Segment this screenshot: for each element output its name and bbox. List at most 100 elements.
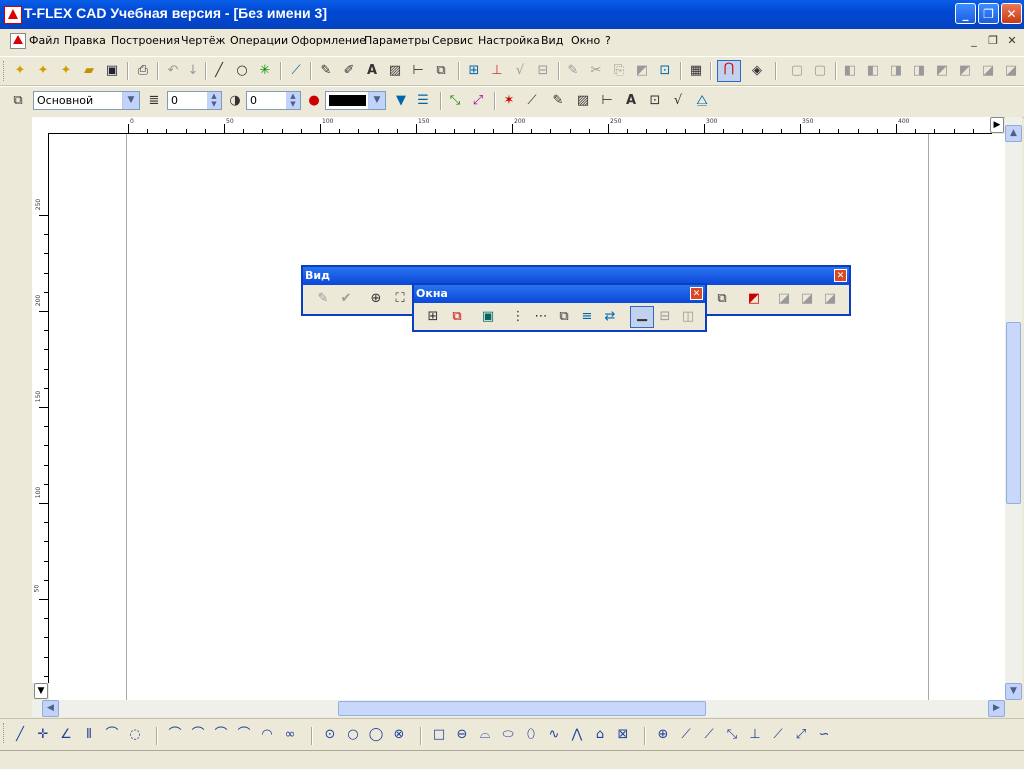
calculator-icon[interactable]: ▦ <box>688 63 704 79</box>
view-iso1-icon[interactable]: ◧ <box>842 63 858 79</box>
line-icon[interactable]: ╱ <box>211 63 227 79</box>
close-windows-icon[interactable]: ⧉ <box>449 309 465 325</box>
view-copy-icon[interactable]: ⧉ <box>714 291 730 307</box>
vertical-scrollbar[interactable]: ▲ ▼ <box>1005 117 1022 700</box>
undo-icon[interactable]: ↶ <box>165 63 181 79</box>
move-icon[interactable]: ◩ <box>634 63 650 79</box>
tile-vertical-icon[interactable]: ⋮ <box>510 309 526 325</box>
tflex-app-icon[interactable] <box>4 6 22 24</box>
magnet-snap-icon[interactable]: ⋂ <box>717 60 741 82</box>
arc-icon[interactable]: ⌒ <box>166 727 184 743</box>
snap-pen-icon[interactable]: ✎ <box>550 93 566 109</box>
node-n-icon[interactable]: ⤢ <box>792 727 810 743</box>
arc2-icon[interactable]: ⌒ <box>189 727 207 743</box>
filter-list-icon[interactable]: ☰ <box>415 93 431 109</box>
view-3d-icon[interactable]: ◪ <box>776 291 792 307</box>
node-angle-icon[interactable]: ⟋ <box>700 727 718 743</box>
snap-fragment-icon[interactable]: ⊡ <box>647 93 663 109</box>
node-wave-icon[interactable]: ∽ <box>815 727 833 743</box>
view-back-icon[interactable]: ▢ <box>812 63 828 79</box>
table-icon[interactable]: ⊞ <box>466 63 482 79</box>
vertical-ruler[interactable]: 250 200 150 100 50 <box>32 133 49 683</box>
text-icon[interactable]: A <box>364 63 380 79</box>
node-point-icon[interactable]: ⟋ <box>769 727 787 743</box>
snap-node-icon[interactable]: ✶ <box>501 93 517 109</box>
view-iso6-icon[interactable]: ◩ <box>957 63 973 79</box>
circle-center-icon[interactable]: ⊙ <box>321 727 339 743</box>
rectangle-icon[interactable]: □ <box>430 727 448 743</box>
spin-arrows-icon[interactable]: ▲ ▼ <box>207 92 221 109</box>
snap-text-icon[interactable]: A <box>623 93 639 109</box>
view-iso3-icon[interactable]: ◨ <box>888 63 904 79</box>
vertical-scroll-thumb[interactable] <box>1006 322 1021 504</box>
view-iso5-icon[interactable]: ◩ <box>934 63 950 79</box>
new-3d-icon[interactable]: ✦ <box>35 63 51 79</box>
line-cross-icon[interactable]: ✛ <box>34 727 52 743</box>
status-window-icon[interactable]: ▁ <box>630 306 654 328</box>
horizontal-ruler[interactable]: 0 50 100 150 200 250 300 350 400 <box>32 117 992 134</box>
toolbar-grip[interactable] <box>3 61 7 81</box>
redo-icon[interactable]: ↓ <box>185 63 201 79</box>
node-base-icon[interactable]: ⊥ <box>746 727 764 743</box>
mdi-minimize-button[interactable]: _ <box>966 34 982 48</box>
menu-file[interactable]: Файл <box>29 34 59 47</box>
spline-icon[interactable]: ∿ <box>545 727 563 743</box>
copy-icon[interactable]: ⎘ <box>611 63 627 79</box>
horizontal-scrollbar[interactable]: ◀ ▶ <box>32 700 1005 717</box>
delete-icon[interactable]: ✂ <box>588 63 604 79</box>
view-cube-icon[interactable]: ◩ <box>746 291 762 307</box>
scroll-right-icon[interactable]: ▶ <box>988 700 1005 717</box>
drawing-canvas[interactable] <box>49 134 1005 700</box>
ruler-scroll-down-icon[interactable]: ▼ <box>34 683 48 699</box>
chevron-down-icon[interactable]: ▼ <box>122 92 139 109</box>
circle-four-icon[interactable]: ⊗ <box>390 727 408 743</box>
color-select[interactable]: ▼ <box>325 91 386 110</box>
document-icon[interactable] <box>10 33 26 49</box>
line-parallel-icon[interactable]: ⫴ <box>80 727 98 743</box>
select-filter2-icon[interactable]: ⤢ <box>470 93 486 109</box>
snap-picture-icon[interactable]: ⧋ <box>694 93 710 109</box>
spin-arrows-icon[interactable]: ▲ ▼ <box>286 92 300 109</box>
node-icon[interactable]: ✳ <box>257 63 273 79</box>
node-cross-icon[interactable]: ⊕ <box>654 727 672 743</box>
edit-icon[interactable]: ✎ <box>565 63 581 79</box>
rough-icon[interactable]: √ <box>512 63 528 79</box>
horizontal-scroll-thumb[interactable] <box>338 701 706 716</box>
print-icon[interactable]: ⎙ <box>135 63 151 79</box>
view-iso2-icon[interactable]: ◧ <box>865 63 881 79</box>
scroll-up-icon[interactable]: ▲ <box>1005 125 1022 142</box>
ruler-scroll-right-icon[interactable]: ▶ <box>990 117 1004 133</box>
toolbar-grip[interactable] <box>3 723 7 743</box>
split-horizontal-icon[interactable]: ⊟ <box>657 309 673 325</box>
line-tangent-icon[interactable]: ⌒ <box>103 727 121 743</box>
menu-construct[interactable]: Построения <box>111 34 180 47</box>
arc4-icon[interactable]: ⌒ <box>235 727 253 743</box>
open-folder-icon[interactable]: ▰ <box>81 63 97 79</box>
pen-icon[interactable]: ✐ <box>341 63 357 79</box>
line-two-points-icon[interactable]: ╱ <box>11 727 29 743</box>
line-circle-icon[interactable]: ◌ <box>126 727 144 743</box>
ellipse3-icon[interactable]: ⬯ <box>522 727 540 743</box>
chevron-down-icon[interactable]: ▼ <box>368 92 385 109</box>
view-3d2-icon[interactable]: ◪ <box>799 291 815 307</box>
menu-view[interactable]: Вид <box>541 34 563 47</box>
menu-parameters[interactable]: Параметры <box>364 34 430 47</box>
node-line-icon[interactable]: ⟋ <box>677 727 695 743</box>
close-button[interactable]: ✕ <box>1001 3 1022 24</box>
menu-service[interactable]: Сервис <box>432 34 473 47</box>
menu-help[interactable]: ? <box>605 34 611 47</box>
hatch-icon[interactable]: ▨ <box>387 63 403 79</box>
snap-hatch-icon[interactable]: ▨ <box>575 93 591 109</box>
save-icon[interactable]: ▣ <box>104 63 120 79</box>
menu-draft[interactable]: Оформление <box>291 34 366 47</box>
windows-panel[interactable]: Окна ✕ ⊞ ⧉ ▣ ⋮ ⋯ ⧉ ≡ ⇄ ▁ ⊟ ◫ <box>412 283 707 332</box>
snap-dimension-icon[interactable]: ⊢ <box>599 93 615 109</box>
arc6-icon[interactable]: ∞ <box>281 727 299 743</box>
window-list-icon[interactable]: ⇄ <box>602 309 618 325</box>
mdi-close-button[interactable]: ✕ <box>1004 34 1020 48</box>
window-view-icon[interactable]: ▣ <box>480 309 496 325</box>
restore-button[interactable]: ❐ <box>978 3 999 24</box>
line-angle-icon[interactable]: ∠ <box>57 727 75 743</box>
polyline-icon[interactable]: ⋀ <box>568 727 586 743</box>
circle-icon[interactable]: ○ <box>234 63 250 79</box>
